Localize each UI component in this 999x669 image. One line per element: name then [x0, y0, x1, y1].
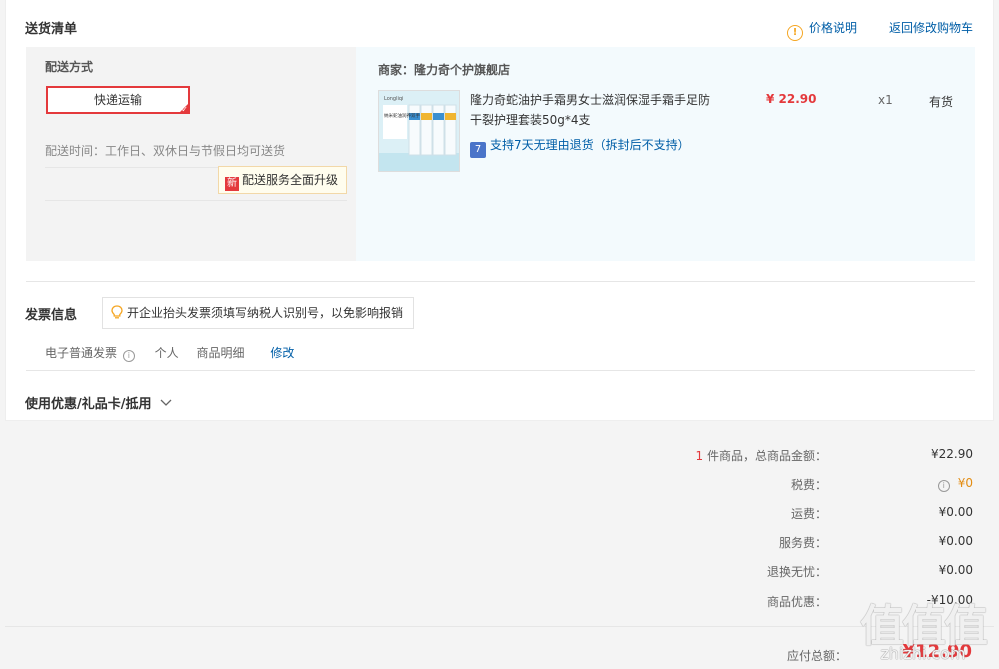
- invoice-edit-link[interactable]: 修改: [270, 346, 294, 360]
- tax-label: 税费：: [790, 478, 827, 492]
- freight-label: 运费：: [790, 507, 827, 521]
- warning-circle-icon: !: [787, 25, 803, 41]
- returns-policy[interactable]: 7 支持7天无理由退货（拆封后不支持）: [470, 136, 690, 158]
- delivery-time-text: 配送时间：工作日、双休日与节假日均可送货: [45, 144, 286, 158]
- product-section: 商家：隆力奇个护旗舰店 Longliqi 纳米蛇油润养双手 隆力奇蛇油护手霜男女…: [356, 47, 975, 261]
- delivery-upgrade-text: 配送服务全面升级: [242, 173, 339, 187]
- product-image: Longliqi 纳米蛇油润养双手: [379, 91, 459, 171]
- coupons-toggle[interactable]: 使用优惠/礼品卡/抵用: [25, 393, 172, 412]
- summary-discount: 商品优惠： -¥10.00: [573, 593, 973, 613]
- invoice-tip: 开企业抬头发票须填写纳税人识别号，以免影响报销: [102, 297, 415, 329]
- chevron-down-icon: [160, 399, 172, 406]
- return-insurance-value: ¥0.00: [938, 563, 973, 577]
- merchant-label: 商家：隆力奇个护旗舰店: [378, 63, 511, 77]
- invoice-content: 商品明细: [196, 346, 245, 360]
- tax-value: ¥0: [957, 476, 973, 490]
- shipping-list-title: 送货清单: [25, 22, 78, 37]
- divider: [26, 370, 975, 371]
- service-fee-label: 服务费：: [778, 536, 827, 550]
- info-circle-icon[interactable]: i: [937, 480, 950, 492]
- divider: [26, 281, 975, 282]
- delivery-method-heading: 配送方式: [45, 60, 94, 74]
- info-circle-icon[interactable]: i: [122, 350, 135, 362]
- invoice-title: 发票信息: [25, 308, 78, 323]
- price-info-label[interactable]: 价格说明: [809, 21, 857, 35]
- payable-label: 应付总额：: [786, 649, 847, 663]
- summary-service: 服务费： ¥0.00: [573, 534, 973, 554]
- new-badge: 新: [225, 177, 239, 191]
- invoice-recipient: 个人: [154, 346, 179, 360]
- lightbulb-icon: [111, 305, 123, 319]
- thumb-brand: Longliqi: [384, 96, 403, 102]
- express-delivery-option[interactable]: 快递运输 ✓: [46, 86, 190, 114]
- invoice-type: 电子普通发票: [45, 346, 118, 360]
- express-delivery-label: 快递运输: [93, 93, 142, 107]
- thumb-caption: 纳米蛇油润养双手: [384, 112, 420, 119]
- product-name-link[interactable]: 隆力奇蛇油护手霜男女士滋润保湿手霜手足防干裂护理套装50g*4支: [470, 90, 720, 130]
- goods-total-value: ¥22.90: [931, 447, 973, 461]
- invoice-tip-text: 开企业抬头发票须填写纳税人识别号，以免影响报销: [127, 306, 404, 320]
- delivery-upgrade-tip[interactable]: 新配送服务全面升级: [218, 166, 348, 194]
- divider: [45, 200, 347, 201]
- product-quantity: x1: [878, 93, 893, 107]
- payable-bar: 应付总额： ¥12.90: [5, 626, 994, 669]
- invoice-details: 电子普通发票 i 个人 商品明细 修改: [45, 344, 294, 362]
- summary-freight: 运费： ¥0.00: [573, 505, 973, 525]
- order-panel: 送货清单 ! 价格说明 返回修改购物车 配送方式 快递运输 ✓ 配送时间：工作日、…: [5, 0, 994, 421]
- back-to-cart-link[interactable]: 返回修改购物车: [889, 19, 973, 36]
- return-insurance-label: 退换无忧：: [766, 565, 827, 579]
- coupons-label: 使用优惠/礼品卡/抵用: [25, 397, 152, 412]
- freight-value: ¥0.00: [938, 505, 973, 519]
- price-info-link[interactable]: ! 价格说明: [787, 19, 857, 41]
- summary-goods-total: 1 件商品，总商品金额： ¥22.90: [573, 447, 973, 467]
- product-stock-status: 有货: [929, 95, 954, 109]
- payable-value: ¥12.90: [902, 641, 972, 662]
- product-price: ¥ 22.90: [766, 92, 817, 106]
- product-thumbnail[interactable]: Longliqi 纳米蛇油润养双手: [378, 90, 460, 172]
- delivery-method-section: 配送方式 快递运输 ✓ 配送时间：工作日、双休日与节假日均可送货 新配送服务全面…: [26, 47, 356, 261]
- check-icon: ✓: [181, 105, 188, 114]
- discount-value: -¥10.00: [926, 593, 973, 607]
- service-fee-value: ¥0.00: [938, 534, 973, 548]
- discount-label: 商品优惠：: [766, 595, 827, 609]
- seven-day-returns-icon: 7: [470, 142, 486, 158]
- returns-policy-text: 支持7天无理由退货（拆封后不支持）: [490, 138, 690, 152]
- summary-tax: 税费： i ¥0: [573, 476, 973, 496]
- summary-return-insurance: 退换无忧： ¥0.00: [573, 563, 973, 583]
- goods-count-suffix: 件商品，总商品金额：: [703, 449, 827, 463]
